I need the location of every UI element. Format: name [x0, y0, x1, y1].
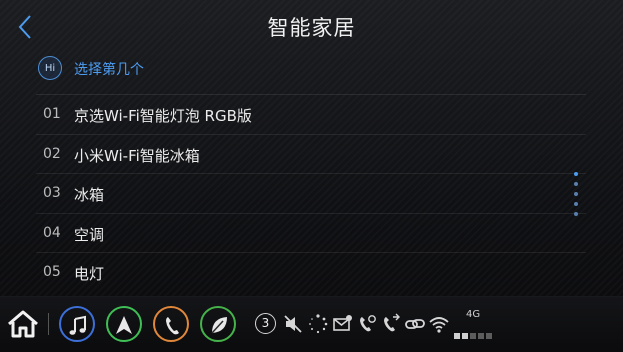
leaf-app-button[interactable]: [200, 306, 236, 342]
home-button[interactable]: [6, 309, 40, 339]
wifi-icon: [429, 317, 449, 333]
device-list: 01 京选Wi-Fi智能灯泡 RGB版 02 小米Wi-Fi智能冰箱 03 冰箱…: [0, 95, 600, 293]
network-status: 4G: [454, 309, 498, 339]
voice-call-icon: [360, 315, 376, 332]
home-icon: [8, 310, 38, 338]
network-type-label: 4G: [466, 309, 481, 320]
screen: 智能家居 Hi 选择第几个 01 京选Wi-Fi智能灯泡 RGB版 02 小米W…: [0, 0, 623, 352]
divider: [48, 313, 49, 335]
list-item[interactable]: 03 冰箱: [0, 174, 600, 214]
navigation-app-button[interactable]: [106, 306, 142, 342]
signal-strength-icon: [454, 324, 494, 343]
page-title: 智能家居: [267, 16, 356, 40]
list-item[interactable]: 01 京选Wi-Fi智能灯泡 RGB版: [0, 95, 600, 135]
music-icon: [69, 315, 86, 335]
mute-icon: [284, 315, 302, 333]
loading-icon: [309, 314, 328, 334]
notification-count-badge[interactable]: 3: [255, 313, 276, 334]
list-item[interactable]: 02 小米Wi-Fi智能冰箱: [0, 135, 600, 174]
item-label: 小米Wi-Fi智能冰箱: [74, 146, 200, 165]
link-icon: [405, 319, 425, 329]
scroll-indicator[interactable]: [573, 172, 579, 218]
music-app-button[interactable]: [59, 306, 95, 342]
list-item[interactable]: 05 电灯: [0, 253, 600, 293]
phone-app-button[interactable]: [153, 306, 189, 342]
navigation-icon: [116, 316, 132, 334]
item-label: 电灯: [74, 265, 105, 283]
item-number: 04: [43, 224, 61, 241]
item-number: 02: [43, 145, 61, 162]
call-forward-icon: [384, 313, 400, 332]
item-number: 05: [43, 264, 61, 280]
message-icon: [333, 315, 352, 331]
item-number: 03: [43, 185, 61, 201]
item-label: 冰箱: [74, 186, 105, 204]
list-item[interactable]: 04 空调: [0, 214, 600, 253]
item-label: 空调: [74, 225, 105, 244]
voice-assistant-badge: Hi: [38, 56, 62, 80]
voice-prompt-text: 选择第几个: [74, 62, 144, 78]
item-number: 01: [43, 106, 61, 122]
bottom-dock: 3 4G: [0, 296, 623, 352]
item-label: 京选Wi-Fi智能灯泡 RGB版: [74, 107, 252, 125]
phone-icon: [166, 317, 179, 335]
leaf-icon: [211, 317, 227, 334]
